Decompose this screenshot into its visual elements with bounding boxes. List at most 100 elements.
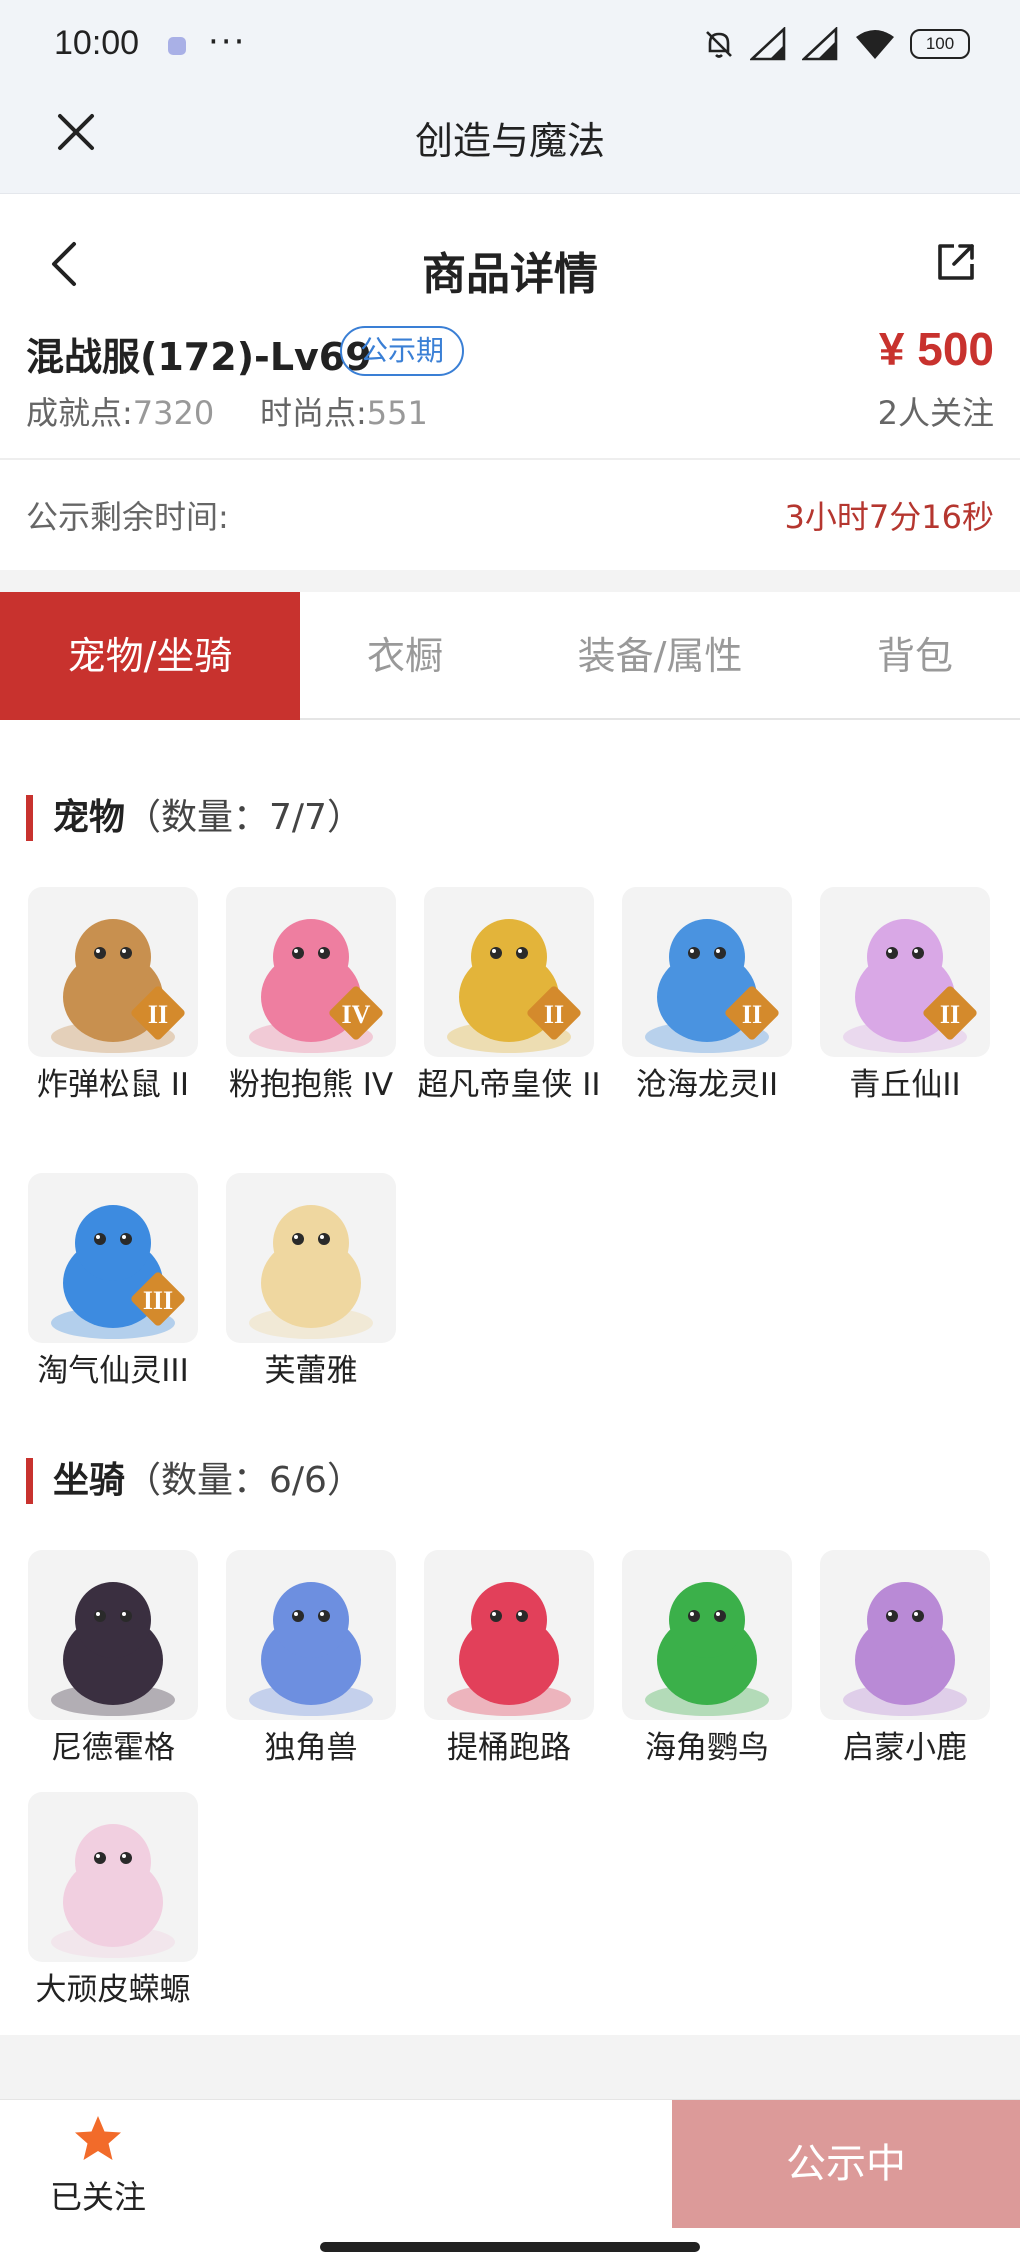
item-card[interactable]: IV 粉抱抱熊 IV (226, 887, 404, 1107)
price: ¥ 500 (878, 323, 994, 375)
page-header: 商品详情 (0, 194, 1020, 334)
countdown-label: 公示剩余时间: (26, 498, 229, 536)
tab-wardrobe[interactable]: 衣橱 (300, 592, 510, 720)
item-name: 芙蕾雅 (264, 1353, 358, 1389)
tab-bag[interactable]: 背包 (810, 592, 1020, 720)
share-icon[interactable] (932, 238, 980, 286)
item-card[interactable]: 尼德霍格 (28, 1550, 206, 1770)
item-name: 大顽皮蝾螈 (35, 1972, 191, 2008)
item-name: 青丘仙II (849, 1067, 961, 1103)
pets-title: 宠物 (53, 797, 126, 838)
star-icon (75, 2116, 121, 2160)
item-name: 尼德霍格 (51, 1730, 175, 1766)
achievement-label: 成就点: (26, 394, 133, 432)
creature-portrait (447, 1582, 571, 1716)
item-thumbnail: IV (226, 887, 396, 1057)
creature-portrait (249, 1205, 373, 1339)
bottom-bar: 已关注 公示中 (0, 2099, 1020, 2229)
status-time: 10:00 (54, 24, 140, 62)
bell-off-icon (706, 31, 732, 58)
item-thumbnail: II (28, 887, 198, 1057)
creature-portrait: IV (249, 919, 383, 1053)
item-thumbnail (226, 1173, 396, 1343)
tab-equipment[interactable]: 装备/属性 (510, 592, 810, 720)
countdown-row: 公示剩余时间: 3小时7分16秒 (0, 462, 1020, 570)
more-notifications-icon: ··· (208, 22, 247, 62)
pets-section-title: 宠物（数量：7/7） (26, 795, 363, 841)
creature-portrait (843, 1582, 967, 1716)
status-bar: 10:00 ··· 100 (0, 0, 1020, 90)
item-thumbnail (28, 1792, 198, 1962)
creature-portrait: II (447, 919, 581, 1053)
item-thumbnail (28, 1550, 198, 1720)
pets-grid: II 炸弹松鼠 II IV 粉抱抱熊 IV II 超凡帝皇侠 II II 沧海龙灵II II 青丘… (28, 887, 998, 1389)
creature-portrait: II (51, 919, 185, 1053)
achievement-points: 成就点:7320 (26, 388, 214, 434)
svg-text:II: II (940, 1000, 960, 1029)
home-indicator[interactable] (320, 2242, 700, 2252)
product-name: 混战服(172)-Lv69 (26, 335, 372, 379)
mounts-title: 坐骑 (53, 1460, 126, 1501)
item-card[interactable]: III 淘气仙灵III (28, 1173, 206, 1393)
item-card[interactable]: 提桶跑路 (424, 1550, 602, 1770)
tab-bar: 宠物/坐骑 衣橱 装备/属性 背包 (0, 592, 1020, 720)
item-card[interactable]: 独角兽 (226, 1550, 404, 1770)
creature-portrait (645, 1582, 769, 1716)
item-card[interactable]: II 超凡帝皇侠 II (417, 887, 602, 1107)
fashion-label: 时尚点: (260, 394, 367, 432)
item-card[interactable]: 芙蕾雅 (226, 1173, 404, 1393)
creature-portrait (249, 1582, 373, 1716)
item-name: 粉抱抱熊 IV (228, 1067, 394, 1103)
fashion-value: 551 (366, 394, 428, 432)
creature-portrait: II (645, 919, 779, 1053)
pets-count: （数量：7/7） (125, 797, 363, 838)
creature-portrait (51, 1824, 175, 1958)
tab-pets-mounts[interactable]: 宠物/坐骑 (0, 592, 300, 720)
item-thumbnail (622, 1550, 792, 1720)
item-card[interactable]: II 沧海龙灵II (622, 887, 800, 1107)
mounts-grid: 尼德霍格 独角兽 提桶跑路 海角鹦鸟 启蒙小鹿大顽皮蝾螈 (28, 1550, 998, 2020)
svg-text:III: III (143, 1286, 173, 1315)
item-card[interactable]: II 青丘仙II (820, 887, 998, 1107)
item-name: 独角兽 (264, 1730, 358, 1766)
svg-text:IV: IV (342, 1000, 371, 1029)
app-title: 创造与魔法 (414, 119, 605, 163)
page-title: 商品详情 (422, 249, 598, 300)
countdown-value: 3小时7分16秒 (784, 498, 994, 536)
item-name: 超凡帝皇侠 II (417, 1067, 601, 1103)
item-name: 启蒙小鹿 (843, 1730, 967, 1766)
item-name: 炸弹松鼠 II (36, 1067, 190, 1103)
item-thumbnail: II (424, 887, 594, 1057)
svg-text:II: II (148, 1000, 168, 1029)
favorite-button[interactable]: 已关注 (38, 2114, 158, 2218)
svg-text:II: II (544, 1000, 564, 1029)
signal-icon (750, 27, 786, 61)
app-notification-icon (168, 37, 186, 55)
wifi-icon (856, 30, 894, 59)
creature-portrait: II (843, 919, 977, 1053)
item-card[interactable]: 海角鹦鸟 (622, 1550, 800, 1770)
fashion-points: 时尚点:551 (260, 388, 428, 434)
favorite-label: 已关注 (49, 2178, 146, 2216)
bottom-spacer (0, 2035, 1020, 2099)
achievement-value: 7320 (132, 394, 215, 432)
item-thumbnail: II (622, 887, 792, 1057)
product-summary: 混战服(172)-Lv69 公示期 成就点:7320 时尚点:551 ¥ 500… (0, 316, 1020, 460)
section-divider (0, 570, 1020, 592)
app-bar: 创造与魔法 (0, 90, 1020, 194)
item-card[interactable]: II 炸弹松鼠 II (28, 887, 206, 1107)
mounts-section-title: 坐骑（数量：6/6） (26, 1458, 363, 1504)
item-name: 海角鹦鸟 (645, 1730, 769, 1766)
item-thumbnail: III (28, 1173, 198, 1343)
creature-portrait (51, 1582, 175, 1716)
svg-text:II: II (742, 1000, 762, 1029)
follow-count: 2人关注 (877, 394, 994, 432)
status-badge: 公示期 (340, 326, 465, 376)
signal-icon (802, 27, 838, 61)
item-thumbnail (820, 1550, 990, 1720)
status-action-button[interactable]: 公示中 (672, 2100, 1020, 2228)
item-card[interactable]: 启蒙小鹿 (820, 1550, 998, 1770)
item-name: 淘气仙灵III (37, 1353, 189, 1389)
mounts-count: （数量：6/6） (125, 1460, 363, 1501)
item-card[interactable]: 大顽皮蝾螈 (28, 1792, 206, 2012)
